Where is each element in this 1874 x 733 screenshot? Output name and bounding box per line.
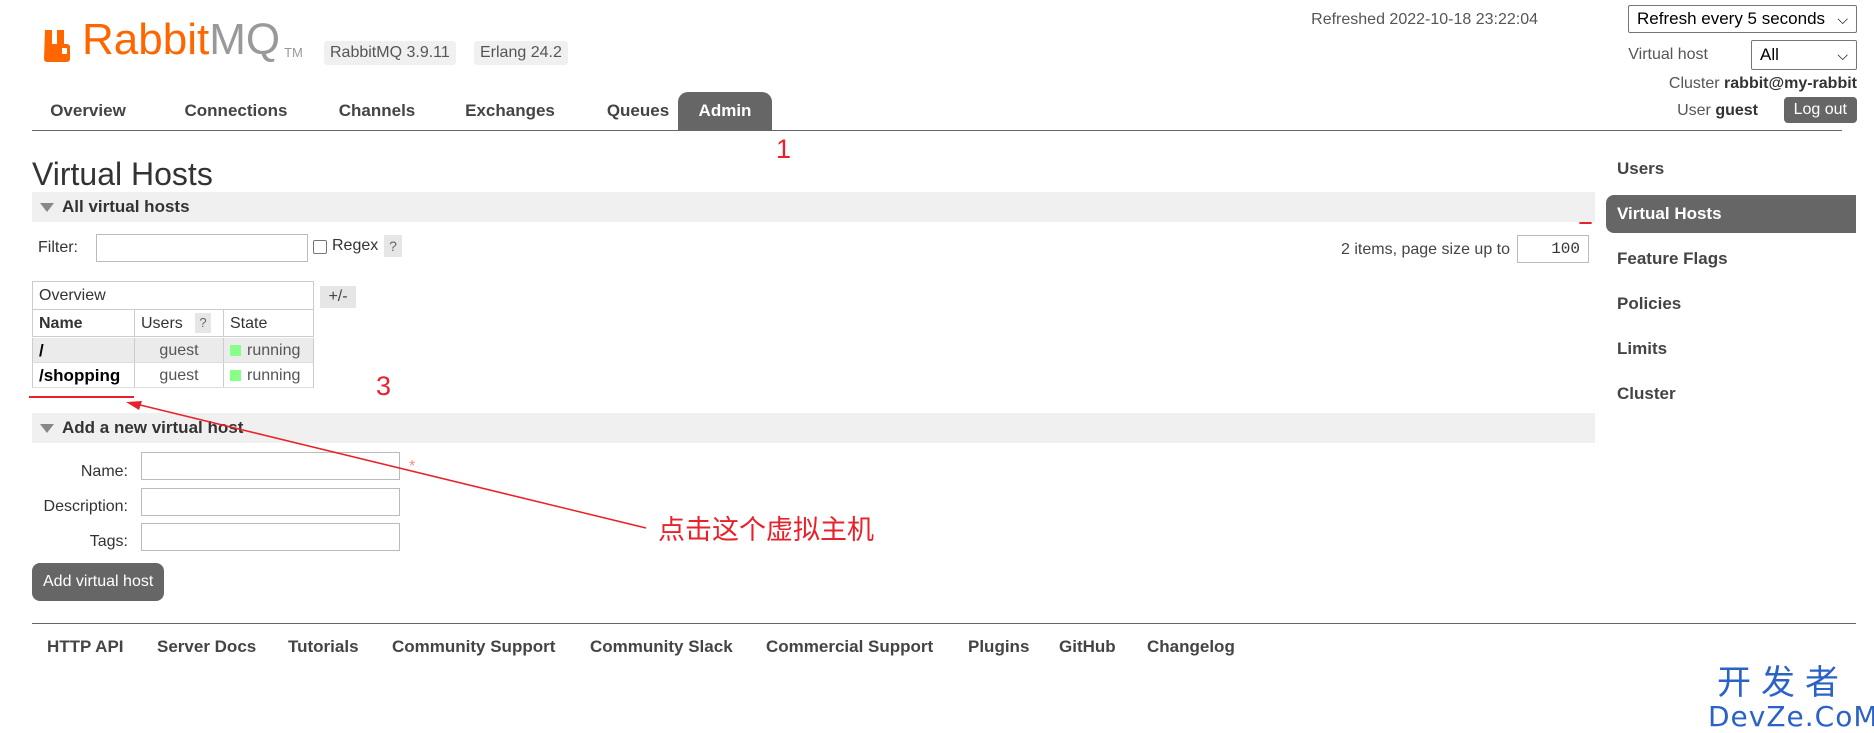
tab-queues[interactable]: Queues — [590, 92, 686, 130]
table-group-header: Overview — [32, 281, 314, 310]
main-nav-tabs: Overview Connections Channels Exchanges … — [32, 92, 1842, 131]
refreshed-timestamp: Refreshed 2022-10-18 23:22:04 — [1311, 11, 1538, 28]
watermark-line-2: DevZe.CoM — [1708, 700, 1874, 733]
footer-link-community-support[interactable]: Community Support — [392, 635, 555, 659]
erlang-version-badge: Erlang 24.2 — [474, 41, 568, 65]
annotation-step-1: 1 — [776, 134, 792, 164]
vhost-name-link[interactable]: /shopping — [33, 363, 135, 387]
sidebar-item-virtual-hosts[interactable]: Virtual Hosts — [1606, 195, 1856, 233]
tab-channels[interactable]: Channels — [322, 92, 432, 130]
vhost-name-input[interactable] — [141, 452, 400, 480]
footer-link-community-slack[interactable]: Community Slack — [590, 635, 733, 659]
regex-help-button[interactable]: ? — [384, 235, 402, 257]
watermark-line-1: 开发者 — [1717, 663, 1849, 703]
footer-link-plugins[interactable]: Plugins — [968, 635, 1029, 659]
footer-link-github[interactable]: GitHub — [1059, 635, 1116, 659]
vhost-users: guest — [135, 363, 224, 387]
description-label: Description: — [43, 498, 128, 515]
items-count-text: 2 items, page size up to — [1341, 241, 1510, 258]
page-size-input[interactable]: 100 — [1517, 235, 1589, 263]
logo-text-mq: MQ — [209, 15, 281, 64]
rabbitmq-version-badge: RabbitMQ 3.9.11 — [324, 41, 456, 65]
vhost-description-input[interactable] — [141, 488, 400, 516]
sidebar-item-policies[interactable]: Policies — [1606, 285, 1856, 323]
sidebar-item-users[interactable]: Users — [1606, 150, 1856, 188]
vhost-state: running — [224, 338, 313, 362]
name-label: Name: — [80, 463, 128, 480]
footer-link-http-api[interactable]: HTTP API — [47, 635, 124, 659]
table-header-row: Name Users ? State — [32, 310, 314, 337]
section-title: All virtual hosts — [62, 197, 190, 216]
column-header-users[interactable]: Users ? — [135, 310, 224, 336]
refresh-interval-select[interactable]: Refresh every 5 seconds ⌵ — [1628, 5, 1857, 33]
footer-link-tutorials[interactable]: Tutorials — [288, 635, 359, 659]
logo-text-rabbit: Rabbit — [82, 15, 210, 64]
logo-trademark: TM — [284, 45, 303, 60]
footer-link-commercial-support[interactable]: Commercial Support — [766, 635, 933, 659]
virtual-host-select[interactable]: All ⌵ — [1751, 40, 1857, 70]
annotation-note: 点击这个虚拟主机 — [658, 515, 874, 546]
vhost-state: running — [224, 363, 313, 387]
vhost-tags-input[interactable] — [141, 523, 400, 551]
table-row[interactable]: / guest running — [32, 338, 314, 363]
footer-link-server-docs[interactable]: Server Docs — [157, 635, 256, 659]
add-virtual-host-button[interactable]: Add virtual host — [32, 563, 165, 601]
annotation-step-3: 3 — [376, 371, 392, 401]
vhost-name-link[interactable]: / — [33, 338, 135, 362]
footer-divider — [32, 623, 1856, 624]
chevron-down-icon: ⌵ — [1837, 47, 1848, 63]
collapse-triangle-icon — [40, 424, 54, 434]
filter-input[interactable] — [96, 234, 308, 262]
running-status-icon — [230, 345, 241, 356]
page-title: Virtual Hosts — [32, 156, 213, 192]
users-help-button[interactable]: ? — [195, 313, 211, 333]
table-row[interactable]: /shopping guest running — [32, 363, 314, 388]
devze-watermark: 开发者 DevZe.CoM — [1708, 663, 1874, 733]
tags-label: Tags: — [89, 533, 128, 550]
cluster-name: rabbit@my-rabbit — [1724, 75, 1857, 92]
columns-toggle-button[interactable]: +/- — [320, 286, 356, 308]
tab-admin[interactable]: Admin — [678, 92, 772, 130]
chevron-down-icon: ⌵ — [1837, 11, 1848, 27]
regex-label: Regex — [332, 237, 379, 254]
filter-label: Filter: — [38, 239, 78, 256]
cluster-label: Cluster — [1668, 75, 1720, 92]
tab-connections[interactable]: Connections — [166, 92, 306, 130]
section-title: Add a new virtual host — [62, 418, 244, 437]
virtual-host-label: Virtual host — [1628, 46, 1708, 63]
sidebar-item-feature-flags[interactable]: Feature Flags — [1606, 240, 1856, 278]
virtual-host-value: All — [1760, 45, 1779, 64]
sidebar-item-limits[interactable]: Limits — [1606, 330, 1856, 368]
running-status-icon — [230, 370, 241, 381]
refresh-interval-value: Refresh every 5 seconds — [1637, 9, 1826, 28]
tab-exchanges[interactable]: Exchanges — [446, 92, 574, 130]
collapse-triangle-icon — [40, 203, 54, 213]
regex-checkbox[interactable] — [313, 240, 327, 254]
rabbitmq-logo-icon — [44, 30, 70, 62]
footer-link-changelog[interactable]: Changelog — [1147, 635, 1235, 659]
required-marker: * — [409, 458, 416, 475]
annotation-underline — [29, 396, 134, 398]
all-virtual-hosts-section-header[interactable]: All virtual hosts — [32, 192, 1595, 222]
tab-overview[interactable]: Overview — [32, 92, 144, 130]
vhost-state-label: running — [247, 342, 301, 359]
vhost-state-label: running — [247, 367, 301, 384]
column-header-users-label: Users — [141, 315, 183, 332]
vhost-users: guest — [135, 338, 224, 362]
add-virtual-host-section-header[interactable]: Add a new virtual host — [32, 413, 1595, 443]
column-header-name[interactable]: Name — [33, 310, 135, 336]
sidebar-item-cluster[interactable]: Cluster — [1606, 375, 1856, 413]
column-header-state[interactable]: State — [224, 310, 313, 336]
rabbitmq-logo[interactable]: Rabbit MQ TM — [44, 14, 303, 62]
